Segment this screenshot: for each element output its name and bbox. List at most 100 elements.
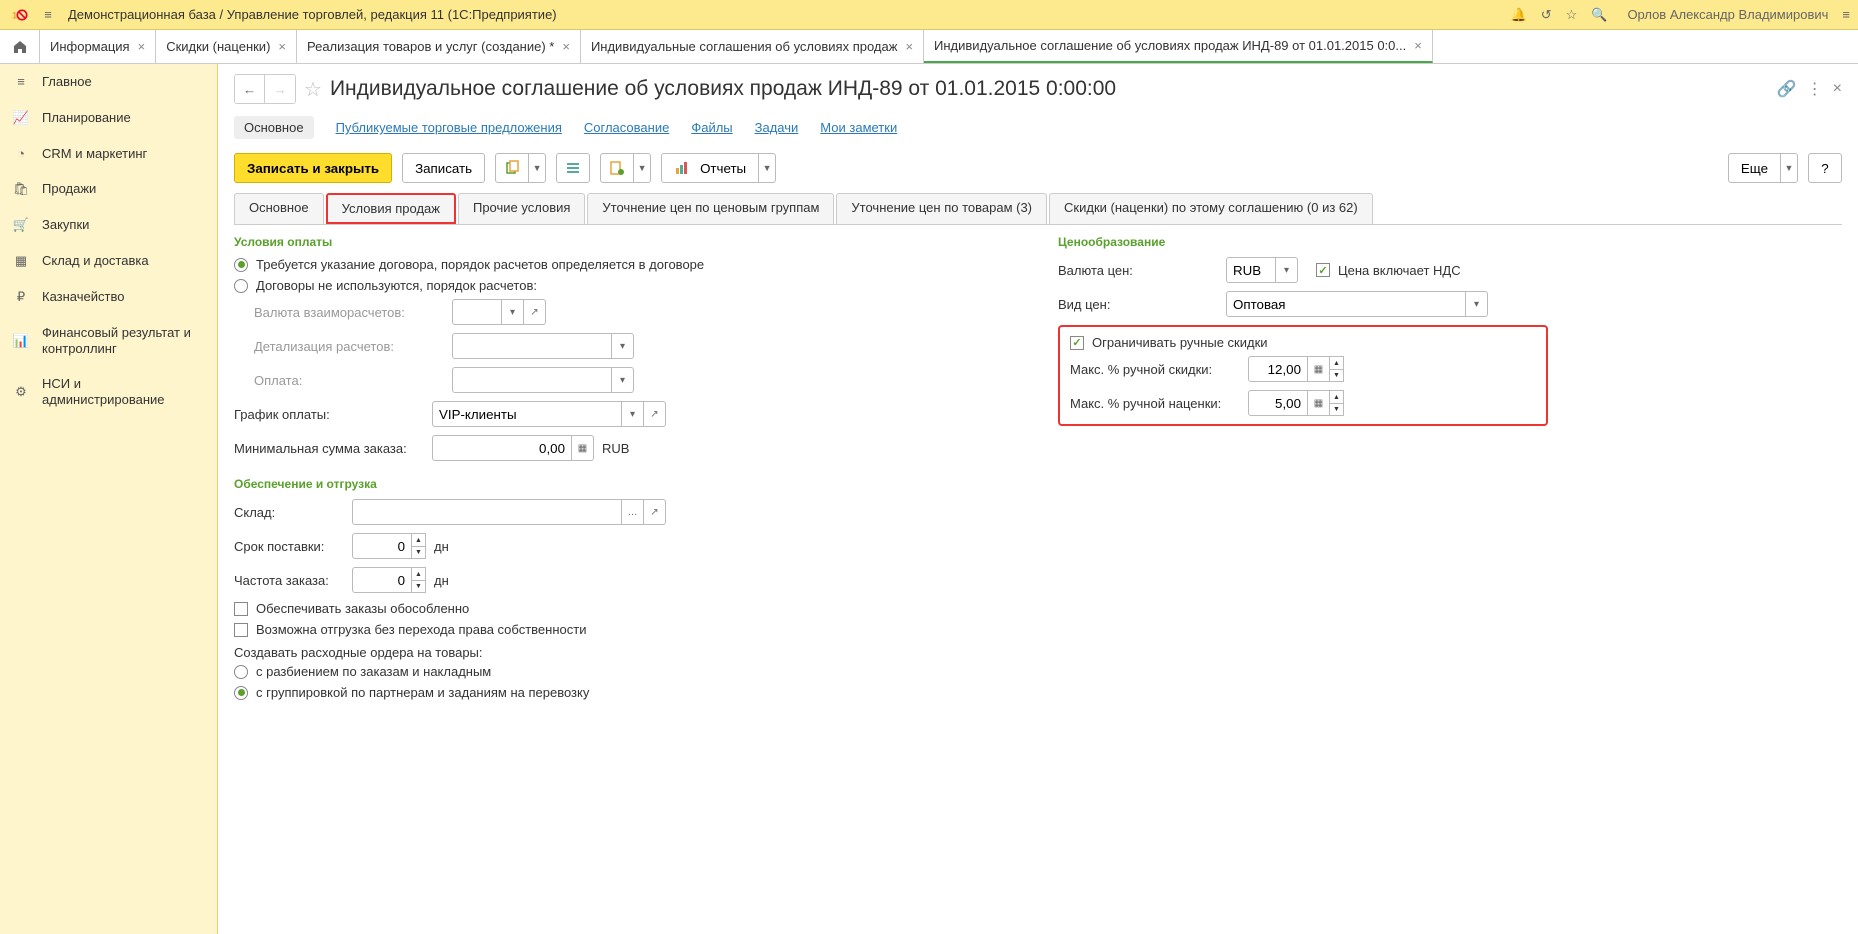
- dropdown-icon[interactable]: ▾: [502, 299, 524, 325]
- schedule-input[interactable]: [432, 401, 622, 427]
- open-icon[interactable]: ↗: [644, 401, 666, 427]
- payment-input[interactable]: [452, 367, 612, 393]
- more-dropdown-button[interactable]: ▼: [1780, 153, 1798, 183]
- dtab-sales[interactable]: Условия продаж: [326, 193, 456, 224]
- help-button[interactable]: ?: [1808, 153, 1842, 183]
- price-type-input[interactable]: [1226, 291, 1466, 317]
- create-dropdown-button[interactable]: ▼: [633, 153, 651, 183]
- forward-button[interactable]: →: [265, 75, 295, 103]
- calc-icon[interactable]: ▦: [1308, 356, 1330, 382]
- dtab-price-groups[interactable]: Уточнение цен по ценовым группам: [587, 193, 834, 224]
- star-icon[interactable]: ☆: [1566, 7, 1578, 23]
- spin-up-icon[interactable]: ▲: [412, 567, 426, 580]
- check-vat[interactable]: Цена включает НДС: [1316, 263, 1461, 278]
- home-tab[interactable]: [0, 30, 40, 63]
- link-icon[interactable]: 🔗: [1777, 79, 1797, 99]
- section-files[interactable]: Файлы: [691, 120, 732, 135]
- open-icon[interactable]: ↗: [644, 499, 666, 525]
- frequency-input[interactable]: [352, 567, 412, 593]
- copy-dropdown-button[interactable]: ▼: [528, 153, 546, 183]
- dropdown-icon[interactable]: ▾: [1466, 291, 1488, 317]
- sidebar-item-purchases[interactable]: 🛒Закупки: [0, 207, 217, 243]
- tab-discounts[interactable]: Скидки (наценки) ×: [156, 30, 297, 63]
- sidebar-item-planning[interactable]: 📈Планирование: [0, 100, 217, 136]
- section-approval[interactable]: Согласование: [584, 120, 669, 135]
- reports-button[interactable]: Отчеты: [661, 153, 759, 183]
- calc-icon[interactable]: ▦: [572, 435, 594, 461]
- dtab-discounts[interactable]: Скидки (наценки) по этому соглашению (0 …: [1049, 193, 1373, 224]
- copy-button[interactable]: [495, 153, 529, 183]
- radio-no-contract[interactable]: Договоры не используются, порядок расчет…: [234, 278, 1018, 293]
- tab-info[interactable]: Информация ×: [40, 30, 156, 63]
- search-icon[interactable]: 🔍: [1591, 7, 1607, 23]
- bag-icon: 🛍: [12, 181, 30, 197]
- check-separate[interactable]: Обеспечивать заказы обособленно: [234, 601, 1018, 616]
- open-icon[interactable]: ↗: [524, 299, 546, 325]
- create-on-basis-button[interactable]: [600, 153, 634, 183]
- close-icon[interactable]: ×: [1414, 38, 1422, 53]
- radio-contract[interactable]: Требуется указание договора, порядок рас…: [234, 257, 1018, 272]
- close-doc-icon[interactable]: ×: [1833, 80, 1842, 98]
- sidebar-item-treasury[interactable]: ₽Казначейство: [0, 279, 217, 315]
- more-icon[interactable]: ⋮: [1807, 79, 1823, 99]
- ellipsis-icon[interactable]: …: [622, 499, 644, 525]
- close-icon[interactable]: ×: [138, 39, 146, 54]
- reports-dropdown-button[interactable]: ▼: [758, 153, 776, 183]
- dropdown-icon[interactable]: ▾: [612, 367, 634, 393]
- sidebar-item-finance[interactable]: 📊Финансовый результат и контроллинг: [0, 315, 217, 366]
- delivery-input[interactable]: [352, 533, 412, 559]
- warehouse-input[interactable]: [352, 499, 622, 525]
- close-icon[interactable]: ×: [278, 39, 286, 54]
- favorite-icon[interactable]: ☆: [304, 77, 322, 102]
- back-button[interactable]: ←: [235, 75, 265, 103]
- sidebar-item-main[interactable]: ≡Главное: [0, 64, 217, 100]
- spin-down-icon[interactable]: ▼: [412, 580, 426, 593]
- history-icon[interactable]: ↺: [1541, 7, 1552, 23]
- list-button[interactable]: [556, 153, 590, 183]
- sidebar-item-crm[interactable]: ◔CRM и маркетинг: [0, 136, 217, 172]
- section-tasks[interactable]: Задачи: [755, 120, 799, 135]
- tab-sales-doc[interactable]: Реализация товаров и услуг (создание) * …: [297, 30, 581, 63]
- sidebar-item-sales[interactable]: 🛍Продажи: [0, 171, 217, 207]
- tab-agreement-doc[interactable]: Индивидуальное соглашение об условиях пр…: [924, 30, 1433, 63]
- dtab-price-goods[interactable]: Уточнение цен по товарам (3): [836, 193, 1047, 224]
- main-menu-icon[interactable]: ≡: [38, 7, 58, 22]
- max-markup-input[interactable]: [1248, 390, 1308, 416]
- dropdown-icon[interactable]: ▾: [612, 333, 634, 359]
- radio-by-orders[interactable]: с разбиением по заказам и накладным: [234, 664, 1018, 679]
- spin-down-icon[interactable]: ▼: [412, 546, 426, 559]
- check-no-transfer[interactable]: Возможна отгрузка без перехода права соб…: [234, 622, 1018, 637]
- dtab-main[interactable]: Основное: [234, 193, 324, 224]
- sidebar-item-warehouse[interactable]: ▦Склад и доставка: [0, 243, 217, 279]
- dropdown-icon[interactable]: ▾: [1276, 257, 1298, 283]
- price-currency-input[interactable]: [1226, 257, 1276, 283]
- check-limit-discounts[interactable]: Ограничивать ручные скидки: [1070, 335, 1536, 350]
- spin-down-icon[interactable]: ▼: [1330, 369, 1344, 382]
- user-name[interactable]: Орлов Александр Владимирович: [1627, 7, 1828, 22]
- section-offers[interactable]: Публикуемые торговые предложения: [336, 120, 562, 135]
- save-close-button[interactable]: Записать и закрыть: [234, 153, 392, 183]
- max-discount-input[interactable]: [1248, 356, 1308, 382]
- dtab-other[interactable]: Прочие условия: [458, 193, 585, 224]
- spin-down-icon[interactable]: ▼: [1330, 403, 1344, 416]
- settings-icon[interactable]: ≡: [1842, 7, 1850, 22]
- dropdown-icon[interactable]: ▾: [622, 401, 644, 427]
- tab-agreements-list[interactable]: Индивидуальные соглашения об условиях пр…: [581, 30, 924, 63]
- sidebar-item-admin[interactable]: ⚙НСИ и администрирование: [0, 366, 217, 417]
- detail-input[interactable]: [452, 333, 612, 359]
- section-notes[interactable]: Мои заметки: [820, 120, 897, 135]
- save-button[interactable]: Записать: [402, 153, 485, 183]
- spin-up-icon[interactable]: ▲: [1330, 390, 1344, 403]
- close-icon[interactable]: ×: [562, 39, 570, 54]
- left-column: Условия оплаты Требуется указание догово…: [234, 235, 1018, 706]
- spin-up-icon[interactable]: ▲: [412, 533, 426, 546]
- calc-icon[interactable]: ▦: [1308, 390, 1330, 416]
- bell-icon[interactable]: 🔔: [1511, 7, 1527, 23]
- section-main[interactable]: Основное: [234, 116, 314, 139]
- min-order-input[interactable]: [432, 435, 572, 461]
- close-icon[interactable]: ×: [905, 39, 913, 54]
- currency-input[interactable]: [452, 299, 502, 325]
- spin-up-icon[interactable]: ▲: [1330, 356, 1344, 369]
- radio-by-partners[interactable]: с группировкой по партнерам и заданиям н…: [234, 685, 1018, 700]
- more-button[interactable]: Еще: [1728, 153, 1781, 183]
